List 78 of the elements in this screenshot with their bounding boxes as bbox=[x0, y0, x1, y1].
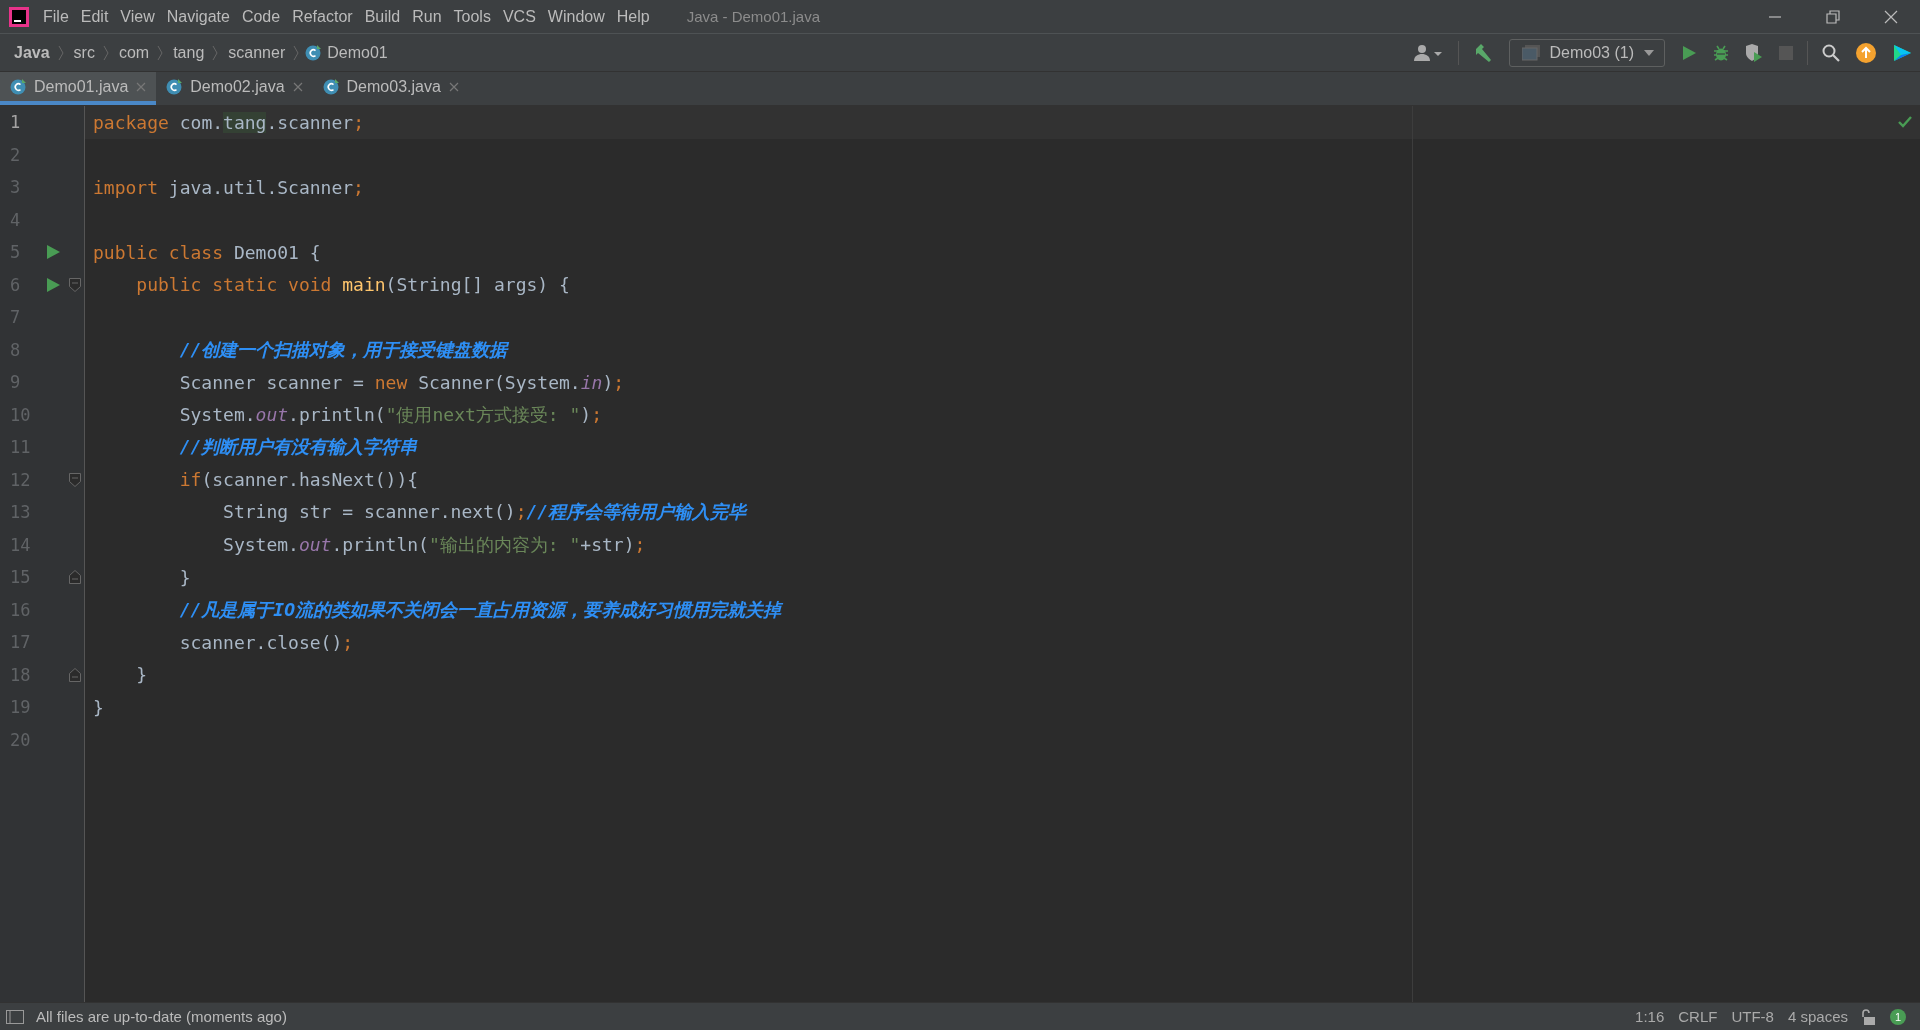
fold-icon[interactable] bbox=[69, 472, 81, 487]
unlock-icon[interactable] bbox=[1862, 1008, 1876, 1025]
run-configuration-dropdown[interactable]: Demo03 (1) bbox=[1508, 38, 1665, 67]
code-line: public class Demo01 { bbox=[93, 241, 321, 263]
run-icon[interactable] bbox=[46, 277, 60, 292]
chevron-icon bbox=[293, 44, 300, 61]
run-icon[interactable] bbox=[46, 245, 60, 260]
app-logo-icon bbox=[9, 6, 29, 27]
code-line: } bbox=[178, 566, 191, 588]
window-title: Java - Demo01.java bbox=[686, 8, 821, 25]
menu-item[interactable]: Navigate bbox=[166, 7, 230, 26]
code-line: } bbox=[93, 696, 104, 718]
menu-item[interactable]: Window bbox=[547, 7, 605, 26]
bug-icon[interactable] bbox=[1713, 44, 1729, 61]
code-line: //创建一个扫描对象，用于接受键盘数据 bbox=[178, 337, 508, 362]
fold-icon[interactable] bbox=[69, 570, 81, 585]
class-icon bbox=[166, 78, 183, 95]
window-icon bbox=[1521, 44, 1540, 61]
breadcrumb[interactable]: Demo01 bbox=[327, 43, 388, 62]
indent-setting[interactable]: 4 spaces bbox=[1787, 1008, 1848, 1025]
menu-item[interactable]: File bbox=[43, 7, 69, 26]
code-line: if(scanner.hasNext()){ bbox=[178, 469, 419, 491]
chevron-icon bbox=[212, 44, 219, 61]
breadcrumb[interactable]: Java bbox=[14, 43, 50, 62]
menu-item[interactable]: Edit bbox=[80, 7, 109, 26]
code-line: } bbox=[135, 664, 148, 686]
run-icon[interactable] bbox=[1681, 44, 1697, 61]
menu-item[interactable]: VCS bbox=[502, 7, 536, 26]
line-separator[interactable]: CRLF bbox=[1678, 1008, 1718, 1025]
menu-item[interactable]: View bbox=[120, 7, 155, 26]
fold-icon[interactable] bbox=[69, 667, 81, 682]
caret-icon bbox=[1644, 49, 1654, 56]
search-icon[interactable] bbox=[1822, 43, 1840, 62]
code-line: public static void main(String[] args) { bbox=[135, 274, 570, 296]
code-line: Scanner scanner = new Scanner(System.in); bbox=[178, 371, 625, 393]
shield-run-icon[interactable] bbox=[1745, 43, 1763, 62]
update-icon[interactable] bbox=[1856, 42, 1876, 63]
chevron-icon bbox=[102, 44, 109, 61]
line-number: 1 bbox=[9, 112, 22, 133]
class-icon bbox=[322, 78, 339, 95]
code-line: System.out.println("使用next方式接受: "); bbox=[178, 402, 602, 427]
chevron-icon bbox=[157, 44, 164, 61]
breadcrumb[interactable]: src bbox=[73, 43, 95, 62]
breadcrumb[interactable]: tang bbox=[173, 43, 205, 62]
close-icon[interactable] bbox=[448, 81, 459, 92]
menu-item[interactable]: Refactor bbox=[292, 7, 353, 26]
menu-item[interactable]: Tools bbox=[453, 7, 491, 26]
file-tab[interactable]: Demo03.java bbox=[312, 72, 469, 105]
code-line: String str = scanner.next();//程序会等待用户输入完毕 bbox=[222, 500, 747, 525]
toolbox-logo-icon[interactable] bbox=[1892, 42, 1912, 63]
close-icon[interactable] bbox=[1884, 9, 1898, 24]
file-encoding[interactable]: UTF-8 bbox=[1731, 1008, 1774, 1025]
menu-item[interactable]: Run bbox=[412, 7, 442, 26]
code-line: //凡是属于IO流的类如果不关闭会一直占用资源，要养成好习惯用完就关掉 bbox=[178, 597, 782, 622]
fold-icon[interactable] bbox=[69, 277, 81, 292]
chevron-icon bbox=[57, 44, 64, 61]
class-icon bbox=[10, 78, 26, 95]
menu-item[interactable]: Help bbox=[616, 7, 650, 26]
panel-toggle-icon[interactable] bbox=[6, 1009, 24, 1024]
caret-position[interactable]: 1:16 bbox=[1635, 1008, 1665, 1025]
code-line: System.out.println("输出的内容为: "+str); bbox=[222, 532, 646, 557]
close-icon[interactable] bbox=[292, 81, 303, 92]
code-line: package com.tang.scanner; bbox=[93, 111, 364, 133]
breadcrumb[interactable]: scanner bbox=[228, 43, 286, 62]
file-tab[interactable]: Demo01.java bbox=[0, 72, 157, 105]
user-icon[interactable] bbox=[1413, 43, 1444, 62]
check-icon bbox=[1898, 116, 1912, 128]
restore-icon[interactable] bbox=[1826, 9, 1840, 24]
notification-badge[interactable]: 1 bbox=[1890, 1008, 1906, 1025]
code-line: scanner.close(); bbox=[178, 631, 354, 653]
breadcrumb[interactable]: com bbox=[118, 43, 150, 62]
status-message: All files are up-to-date (moments ago) bbox=[36, 1008, 287, 1025]
code-line: import java.util.Scanner; bbox=[93, 176, 364, 198]
menu-item[interactable]: Code bbox=[241, 7, 281, 26]
code-line: //判断用户有没有输入字符串 bbox=[178, 435, 418, 460]
file-tab[interactable]: Demo02.java bbox=[156, 72, 313, 105]
menu-item[interactable]: Build bbox=[364, 7, 401, 26]
class-icon bbox=[305, 44, 322, 61]
